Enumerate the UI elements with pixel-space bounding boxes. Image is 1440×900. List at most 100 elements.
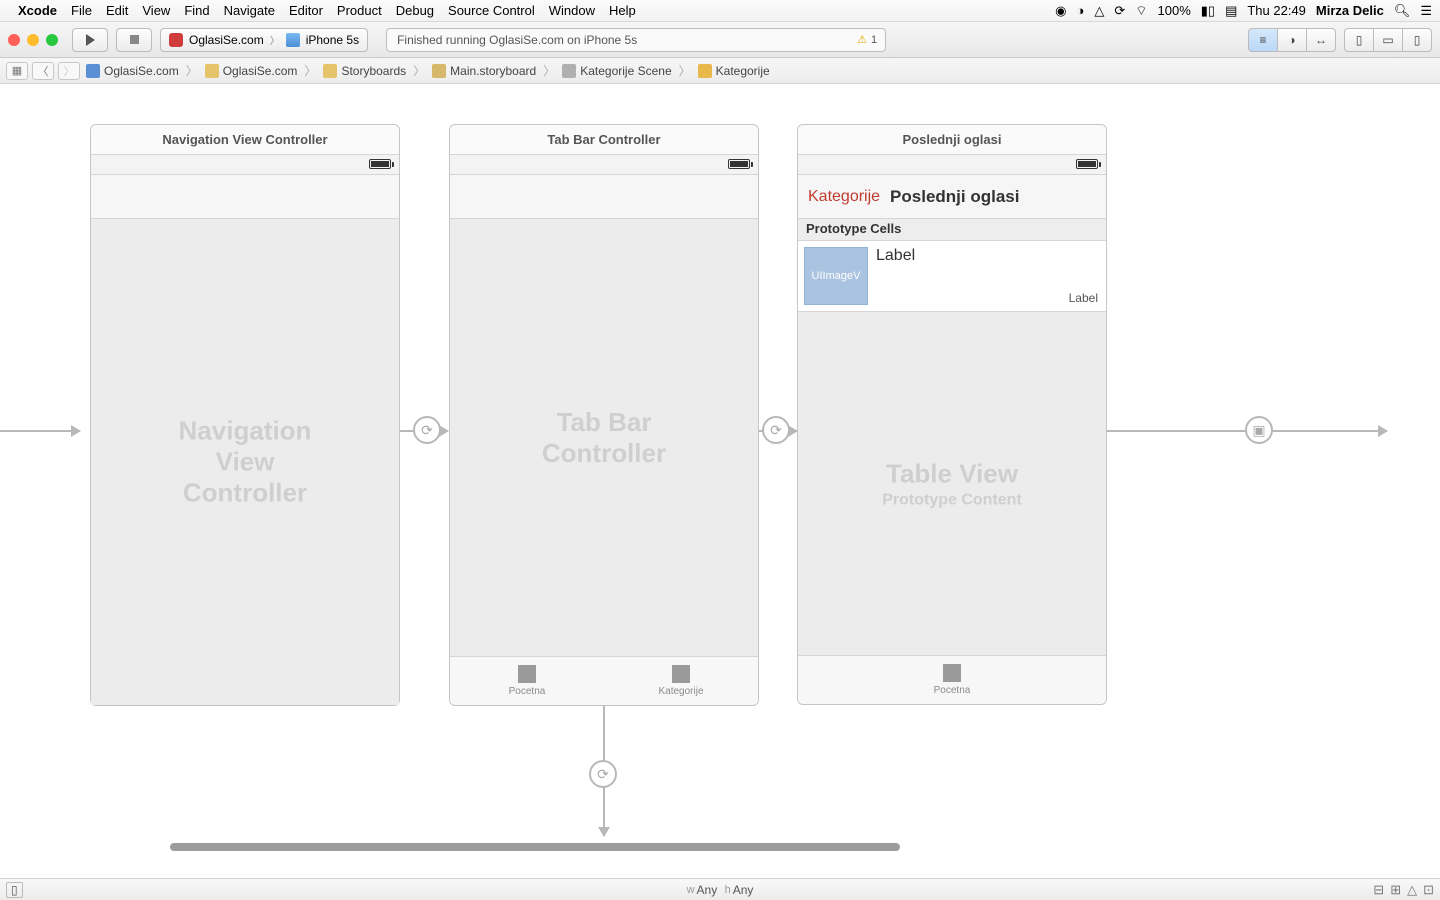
- tab-icon: [518, 665, 536, 683]
- user-name[interactable]: Mirza Delic: [1316, 3, 1384, 18]
- scheme-selector[interactable]: OglasiSe.com 〉 iPhone 5s: [160, 28, 368, 52]
- clock[interactable]: Thu 22:49: [1247, 3, 1306, 18]
- crumb-project[interactable]: OglasiSe.com: [84, 64, 181, 78]
- crumb-object[interactable]: Kategorije: [696, 64, 772, 78]
- cell-imageview: UIImageV: [804, 247, 868, 305]
- standard-editor-button[interactable]: ≡: [1248, 28, 1278, 52]
- window-controls: [8, 34, 58, 46]
- project-icon: [169, 33, 183, 47]
- battery-icon: [369, 159, 391, 169]
- scene-tabbar-controller[interactable]: Tab Bar Controller Tab Bar Controller Po…: [449, 124, 759, 706]
- flag-icon[interactable]: ▤: [1225, 3, 1237, 19]
- sync-icon[interactable]: ⟳: [1114, 3, 1125, 19]
- menu-source-control[interactable]: Source Control: [448, 3, 535, 18]
- forward-button[interactable]: 〉: [58, 62, 80, 80]
- scheme-device: iPhone 5s: [306, 33, 359, 47]
- menu-edit[interactable]: Edit: [106, 3, 128, 18]
- scene-poslednji-oglasi[interactable]: Poslednji oglasi Kategorije Poslednji og…: [797, 124, 1107, 705]
- activity-viewer: Finished running OglasiSe.com on iPhone …: [386, 28, 886, 52]
- resolve-button[interactable]: △: [1407, 882, 1417, 898]
- scene-body: Navigation View Controller: [91, 219, 399, 705]
- menu-window[interactable]: Window: [549, 3, 595, 18]
- tab-bar: Pocetna Kategorije: [450, 656, 758, 705]
- placeholder-text: Table View Prototype Content: [882, 458, 1022, 509]
- tab-pocetna[interactable]: Pocetna: [450, 657, 604, 705]
- battery-percent: 100%: [1158, 3, 1191, 18]
- warning-badge[interactable]: ⚠ 1: [857, 33, 877, 46]
- minimize-button[interactable]: [27, 34, 39, 46]
- related-items-button[interactable]: ▦: [6, 62, 28, 80]
- status-bar: [91, 155, 399, 175]
- activity-text: Finished running OglasiSe.com on iPhone …: [397, 33, 637, 47]
- warning-icon: ⚠: [857, 33, 867, 46]
- segue-icon[interactable]: ▣: [1245, 416, 1273, 444]
- zoom-button[interactable]: [46, 34, 58, 46]
- prototype-header: Prototype Cells: [798, 219, 1106, 241]
- viber-icon[interactable]: ◉: [1055, 3, 1066, 19]
- menu-navigate[interactable]: Navigate: [224, 3, 275, 18]
- menu-find[interactable]: Find: [184, 3, 209, 18]
- menu-help[interactable]: Help: [609, 3, 636, 18]
- navigation-bar: [450, 175, 758, 219]
- app-name[interactable]: Xcode: [18, 3, 57, 18]
- outline-toggle[interactable]: ▯: [6, 882, 23, 898]
- scheme-project: OglasiSe.com: [189, 33, 264, 47]
- menu-editor[interactable]: Editor: [289, 3, 323, 18]
- navigator-toggle[interactable]: ▯: [1344, 28, 1374, 52]
- horizontal-scrollbar[interactable]: [170, 843, 900, 851]
- assistant-editor-button[interactable]: ◑: [1277, 28, 1307, 52]
- wifi-icon[interactable]: ⌔: [1135, 3, 1147, 19]
- scene-title: Poslednji oglasi: [798, 125, 1106, 155]
- battery-icon: [1076, 159, 1098, 169]
- segue-icon[interactable]: ⟳: [589, 760, 617, 788]
- segue-icon[interactable]: ⟳: [413, 416, 441, 444]
- crumb-storyboard[interactable]: Main.storyboard: [430, 64, 538, 78]
- tab-pocetna[interactable]: Pocetna: [798, 656, 1106, 704]
- drive-icon[interactable]: △: [1094, 3, 1104, 19]
- run-button[interactable]: [72, 28, 108, 52]
- panel-toggle-segment: ▯ ▭ ▯: [1344, 28, 1432, 52]
- chevron-right-icon: 〉: [270, 32, 280, 47]
- project-icon: [86, 64, 100, 78]
- placeholder-text: Tab Bar Controller: [527, 407, 681, 469]
- notification-icon[interactable]: ☰: [1420, 3, 1432, 19]
- xcode-toolbar: OglasiSe.com 〉 iPhone 5s Finished runnin…: [0, 22, 1440, 58]
- crumb-scene[interactable]: Kategorije Scene: [560, 64, 673, 78]
- spotlight-icon[interactable]: 🔍︎: [1394, 3, 1411, 19]
- segue-icon[interactable]: ⟳: [762, 416, 790, 444]
- menu-product[interactable]: Product: [337, 3, 382, 18]
- scene-navigation-controller[interactable]: Navigation View Controller Navigation Vi…: [90, 124, 400, 706]
- debug-toggle[interactable]: ▭: [1373, 28, 1403, 52]
- initial-vc-arrow: [0, 430, 80, 432]
- back-button[interactable]: 〈: [32, 62, 54, 80]
- size-class-control[interactable]: wAny hAny: [687, 883, 754, 897]
- canvas-bottom-bar: ▯ wAny hAny ⊟ ⊞ △ ⊡: [0, 878, 1440, 900]
- menu-view[interactable]: View: [142, 3, 170, 18]
- placeholder-text: Navigation View Controller: [168, 416, 322, 509]
- chevron-icon: 〉: [678, 62, 692, 79]
- menu-debug[interactable]: Debug: [396, 3, 434, 18]
- crumb-storyboards[interactable]: Storyboards: [321, 64, 408, 78]
- chevron-icon: 〉: [303, 62, 317, 79]
- menu-file[interactable]: File: [71, 3, 92, 18]
- scene-body: Tab Bar Controller: [450, 219, 758, 656]
- align-button[interactable]: ⊟: [1373, 882, 1384, 898]
- prototype-cell[interactable]: UIImageV Label Label: [798, 241, 1106, 312]
- storyboard-icon: [432, 64, 446, 78]
- warning-count: 1: [871, 34, 877, 46]
- tab-kategorije[interactable]: Kategorije: [604, 657, 758, 705]
- battery-icon: ▮▯: [1201, 3, 1215, 19]
- resize-button[interactable]: ⊡: [1423, 882, 1434, 898]
- chevron-icon: 〉: [185, 62, 199, 79]
- scene-body: Table View Prototype Content: [798, 312, 1106, 655]
- stop-button[interactable]: [116, 28, 152, 52]
- dnd-icon[interactable]: ◑: [1077, 3, 1085, 18]
- nav-back-button[interactable]: Kategorije: [808, 188, 880, 206]
- version-editor-button[interactable]: ↔: [1306, 28, 1336, 52]
- crumb-folder[interactable]: OglasiSe.com: [203, 64, 300, 78]
- pin-button[interactable]: ⊞: [1390, 882, 1401, 898]
- close-button[interactable]: [8, 34, 20, 46]
- object-icon: [698, 64, 712, 78]
- utilities-toggle[interactable]: ▯: [1402, 28, 1432, 52]
- storyboard-canvas[interactable]: Navigation View Controller Navigation Vi…: [0, 84, 1440, 878]
